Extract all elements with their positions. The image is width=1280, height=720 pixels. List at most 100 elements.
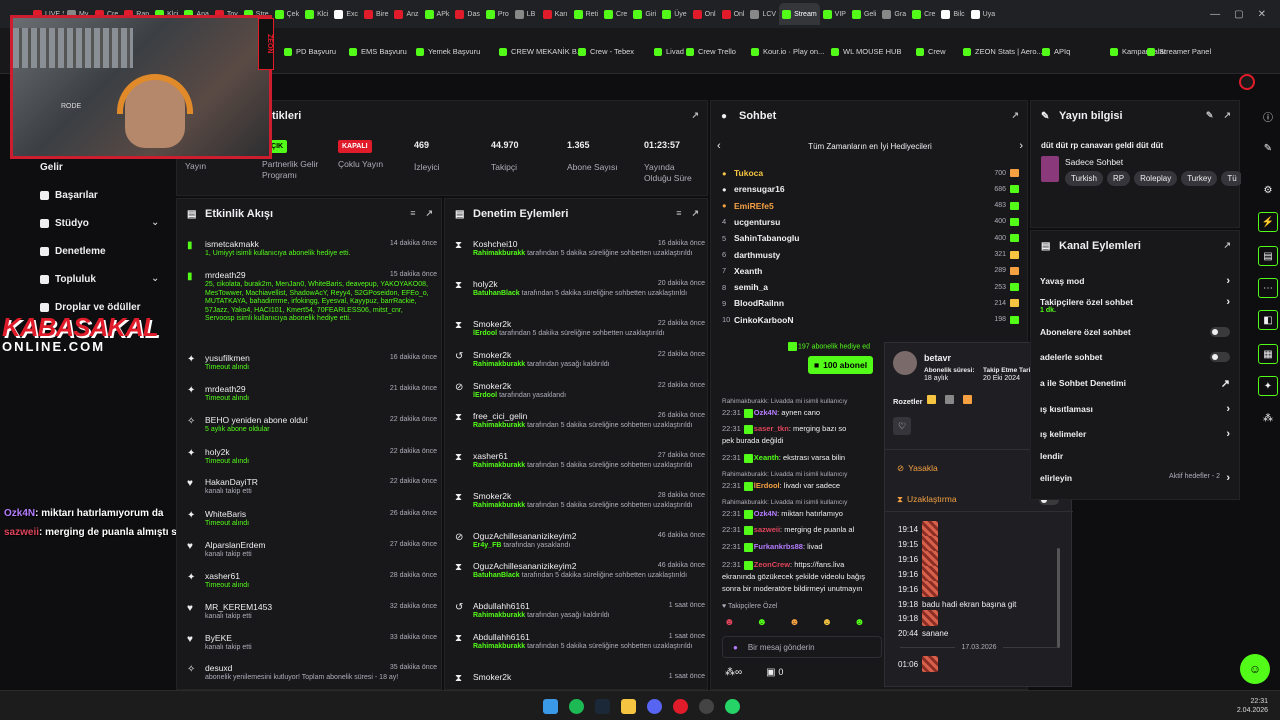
bookmark[interactable]: Yemek Başvuru [416, 47, 480, 56]
gifter-row[interactable]: 9 BloodRailnn 214 [722, 298, 1019, 308]
support-chat-button[interactable]: ☺ [1240, 654, 1270, 684]
activity-name[interactable]: holy2k [205, 447, 230, 457]
chat-user[interactable]: Furkankrbs88 [754, 542, 803, 551]
bookmark[interactable]: PD Başvuru [284, 47, 336, 56]
timeout-row[interactable]: ⧗ Uzaklaştırma [897, 494, 957, 505]
moderated-user[interactable]: Abdullahh6161 [473, 632, 530, 642]
gifter-row[interactable]: ● EmiREfe5 483 [722, 201, 1019, 211]
gifter-row[interactable]: 4 ucgentursu 400 [722, 217, 1019, 227]
chevron-right-icon[interactable]: › [1226, 472, 1230, 484]
channel-action[interactable]: lendir [1040, 451, 1230, 461]
browser-tab[interactable]: Üye [659, 3, 689, 25]
bookmark[interactable]: Crew Trello [686, 47, 736, 56]
browser-tab[interactable]: Das [452, 3, 482, 25]
browser-tab[interactable]: VIP [820, 3, 849, 25]
chevron-right-icon[interactable]: › [1226, 296, 1230, 308]
bookmark[interactable]: Crew [916, 47, 946, 56]
channel-action[interactable]: Abonelere özel sohbet [1040, 327, 1230, 337]
steam-icon[interactable] [595, 699, 610, 714]
spotify-icon[interactable] [569, 699, 584, 714]
browser-tab[interactable]: Klci [302, 3, 331, 25]
browser-tab[interactable]: Cre [601, 3, 630, 25]
chevron-down-icon[interactable]: ⌄ [151, 273, 159, 284]
bookmark[interactable]: Kour.io · Play on... [751, 47, 824, 56]
moderated-user[interactable]: Smoker2k [473, 491, 511, 501]
lightning-icon[interactable]: ⚡ [1258, 212, 1278, 232]
chat-user[interactable]: Xeanth [754, 453, 779, 462]
activity-name[interactable]: desuxd [205, 663, 232, 673]
chat-user[interactable]: Ozk4N [754, 509, 777, 518]
bookmark[interactable]: Crew - Tebex [578, 47, 634, 56]
browser-tab[interactable]: Karı [540, 3, 571, 25]
activity-name[interactable]: mrdeath29 [205, 270, 246, 280]
channel-action[interactable]: ış kısıtlaması › [1040, 403, 1230, 415]
browser-tab[interactable]: Anz [391, 3, 421, 25]
obs-icon[interactable] [673, 699, 688, 714]
browser-tab[interactable]: Giri [630, 3, 659, 25]
sidebar-item-topluluk[interactable]: Topluluk [40, 274, 96, 285]
external-link-icon[interactable]: ↗ [691, 208, 699, 219]
moderated-user[interactable]: holy2k [473, 279, 498, 289]
chat-user[interactable]: saser_tkn [754, 424, 789, 433]
moderated-user[interactable]: Koshchei10 [473, 239, 517, 249]
sidebar-item-basarilar[interactable]: Başarılar [40, 190, 98, 201]
stream-tag[interactable]: Turkish [1065, 171, 1103, 186]
browser-tab[interactable]: Gra [879, 3, 909, 25]
activity-name[interactable]: ByEKE [205, 633, 232, 643]
chat-user[interactable]: Rahimakburakk: Livadda mi isimli kullanı… [722, 499, 847, 506]
chat-user[interactable]: ZeonCrew [754, 560, 790, 569]
browser-tab[interactable]: Uya [968, 3, 998, 25]
bookmark[interactable]: Streamer Panel [1147, 47, 1211, 56]
edit-icon[interactable]: ✎ [1258, 138, 1278, 158]
edit-icon[interactable]: ✎ [1206, 110, 1214, 121]
mic-icon[interactable]: ● [733, 643, 738, 652]
external-link-icon[interactable]: ↗ [1223, 110, 1231, 121]
filter-icon[interactable]: ≡ [676, 208, 681, 219]
external-link-icon[interactable]: ↗ [1011, 110, 1019, 121]
users-icon[interactable]: ⁂∞ [725, 667, 742, 678]
ban-row[interactable]: ⊘ Yasakla [897, 463, 938, 474]
close-icon[interactable]: ✕ [1258, 9, 1266, 20]
moderated-user[interactable]: Abdullahh6161 [473, 601, 530, 611]
gifter-row[interactable]: 10 CinkoKarbooN 198 [722, 315, 1019, 325]
bookmark[interactable]: ZEON Stats | Aero... [963, 47, 1043, 56]
chevron-right-icon[interactable]: › [1226, 428, 1230, 440]
activity-name[interactable]: xasher61 [205, 571, 240, 581]
browser-tab[interactable]: Çek [272, 3, 302, 25]
bookmark[interactable]: Livad [654, 47, 684, 56]
browser-tab[interactable]: Exc [331, 3, 361, 25]
wrench-icon[interactable]: ✦ [1258, 376, 1278, 396]
moderated-user[interactable]: OguzAchillesananizikeyim2 [473, 561, 576, 571]
activity-name[interactable]: MR_KEREM1453 [205, 602, 272, 612]
settings-icon[interactable]: ⚙ [1258, 180, 1278, 200]
stream-tag[interactable]: Roleplay [1134, 171, 1178, 186]
channel-action[interactable]: Yavaş mod › [1040, 275, 1230, 287]
stream-tag[interactable]: Tü [1221, 171, 1241, 186]
bookmark[interactable]: APIq [1042, 47, 1070, 56]
stream-tag[interactable]: RP [1106, 171, 1131, 186]
chat-user[interactable]: Ozk4N [754, 408, 777, 417]
chat-user[interactable]: Rahimakburakk: Livadda mi isimli kullanı… [722, 398, 847, 405]
note-icon[interactable]: ▤ [1258, 246, 1278, 266]
minimize-icon[interactable]: — [1210, 9, 1220, 20]
gifter-row[interactable]: ● erensugar16 686 [722, 184, 1019, 194]
activity-name[interactable]: AlparslanErdem [205, 540, 265, 550]
scrollbar[interactable] [1057, 548, 1060, 648]
moderated-user[interactable]: free_cici_gelin [473, 411, 527, 421]
gifter-row[interactable]: ● Tukoca 700 [722, 168, 1019, 178]
chat-icon[interactable]: ⋯ [1258, 278, 1278, 298]
bookmark[interactable]: WL MOUSE HUB [831, 47, 901, 56]
emote-icon[interactable]: ☻ [854, 617, 865, 631]
sidebar-item-denetleme[interactable]: Denetleme [40, 246, 106, 257]
stream-tag[interactable]: Turkey [1181, 171, 1218, 186]
sidebar-item-studyo[interactable]: Stüdyo [40, 218, 89, 229]
layout-icon[interactable]: ▦ [1258, 344, 1278, 364]
maximize-icon[interactable]: ▢ [1234, 9, 1243, 20]
browser-tab[interactable]: Reti [571, 3, 601, 25]
gifter-row[interactable]: 5 SahinTabanoglu 400 [722, 233, 1019, 243]
toggle-switch[interactable] [1210, 327, 1230, 337]
browser-tab[interactable]: Geli [849, 3, 879, 25]
avatar[interactable] [1239, 74, 1255, 90]
moderated-user[interactable]: Smoker2k [473, 381, 511, 391]
gifter-row[interactable]: 7 Xeanth 289 [722, 266, 1019, 276]
